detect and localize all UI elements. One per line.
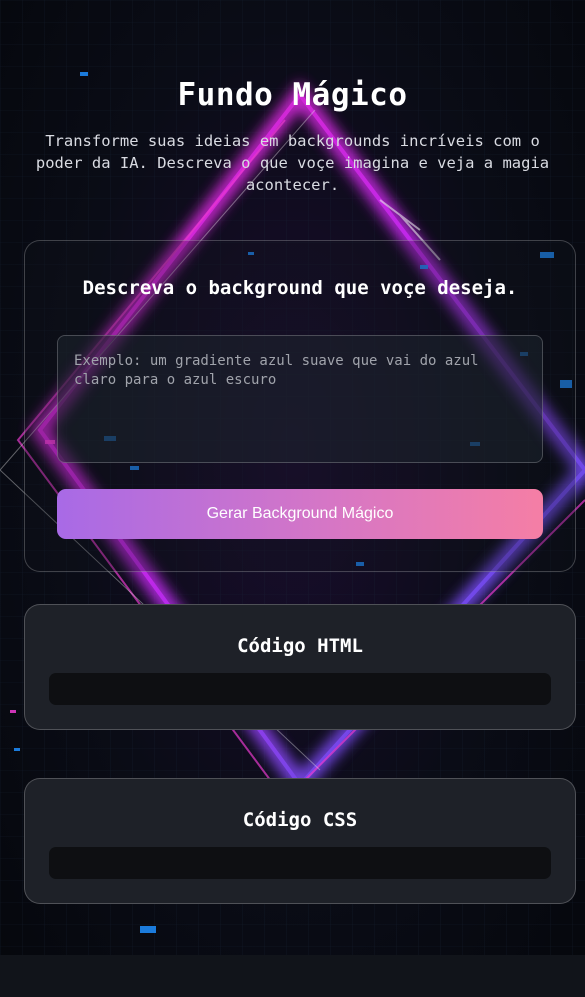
- html-code-title: Código HTML: [237, 635, 363, 657]
- description-input[interactable]: [57, 335, 543, 463]
- html-code-output[interactable]: [49, 673, 551, 705]
- css-code-output[interactable]: [49, 847, 551, 879]
- generate-background-button[interactable]: Gerar Background Mágico: [57, 489, 543, 539]
- page: Fundo Mágico Transforme suas ideias em b…: [0, 0, 585, 997]
- page-subtitle: Transforme suas ideias em backgrounds in…: [35, 132, 550, 194]
- css-code-title: Código CSS: [242, 809, 358, 831]
- background-form-card: Descreva o background que voçe deseja. G…: [24, 240, 576, 572]
- form-title: Descreva o background que voçe deseja.: [82, 277, 518, 299]
- html-code-card: Código HTML: [24, 604, 576, 730]
- header: Fundo Mágico Transforme suas ideias em b…: [0, 72, 585, 196]
- footer-bar: [0, 955, 585, 997]
- page-title: Fundo Mágico: [177, 77, 408, 113]
- css-code-card: Código CSS: [24, 778, 576, 904]
